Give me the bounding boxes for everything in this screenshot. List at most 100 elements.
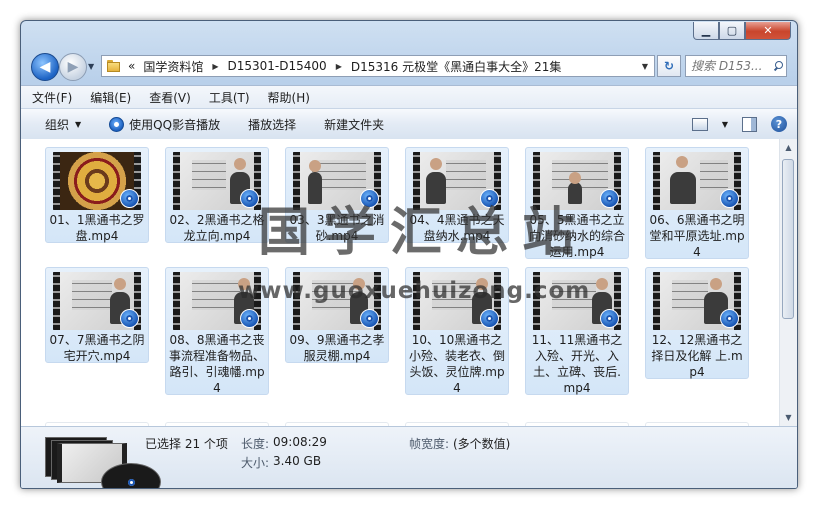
qq-player-icon	[360, 309, 379, 328]
qq-player-icon	[600, 309, 619, 328]
file-item[interactable]: 04、4黑通书之天盘纳水.mp4	[405, 147, 509, 243]
breadcrumb-arrow-icon[interactable]: ▶	[212, 62, 218, 71]
vertical-scrollbar[interactable]: ▲ ▼	[779, 139, 797, 426]
qq-play-button[interactable]: 使用QQ影音播放	[99, 109, 230, 139]
details-pane: 已选择 21 个项 长度: 09:08:29 大小: 3.40 GB 帧宽度: …	[21, 426, 797, 488]
minimize-button[interactable]: ▁	[693, 22, 719, 40]
file-name: 11、11黑通书之入殓、开光、入土、立碑、丧后.mp4	[531, 333, 623, 395]
file-item[interactable]: 12、12黑通书之择日及化解 上.mp4	[645, 267, 749, 379]
file-item[interactable]: 10、10黑通书之小殓、装老衣、倒头饭、灵位牌.mp4	[405, 267, 509, 395]
qq-player-icon	[240, 309, 259, 328]
menu-edit[interactable]: 编辑(E)	[83, 89, 138, 106]
video-thumbnail	[653, 272, 741, 330]
file-name: 09、9黑通书之孝服灵棚.mp4	[289, 333, 385, 363]
qq-player-icon	[720, 309, 739, 328]
file-list[interactable]: 01、1黑通书之罗盘.mp4 02、2黑通书之格龙立向.mp4 03、3黑通书之…	[21, 139, 797, 426]
new-folder-button[interactable]: 新建文件夹	[314, 109, 394, 139]
length-value: 09:08:29	[273, 435, 327, 449]
refresh-icon: ↻	[663, 59, 675, 73]
file-name: 05、5黑通书之立向消砂纳水的综合运用.mp4	[529, 213, 626, 259]
file-name: 04、4黑通书之天盘纳水.mp4	[409, 213, 505, 243]
help-icon[interactable]: ?	[771, 116, 787, 132]
breadcrumb-item[interactable]: D15316 元极堂《黑通白事大全》21集	[351, 58, 562, 75]
refresh-button[interactable]: ↻	[657, 55, 681, 77]
qq-player-icon	[600, 189, 619, 208]
file-name: 08、8黑通书之丧事流程准备物品、路引、引魂幡.mp4	[169, 333, 266, 395]
qq-player-icon	[480, 309, 499, 328]
file-name: 07、7黑通书之阴宅开穴.mp4	[49, 333, 145, 363]
menu-tools[interactable]: 工具(T)	[202, 89, 257, 106]
play-selection-button[interactable]: 播放选择	[238, 109, 306, 139]
file-name: 10、10黑通书之小殓、装老衣、倒头饭、灵位牌.mp4	[409, 333, 506, 395]
video-thumbnail	[293, 152, 381, 210]
scroll-thumb[interactable]	[782, 159, 794, 319]
file-item[interactable]: 07、7黑通书之阴宅开穴.mp4	[45, 267, 149, 363]
qq-play-label: 使用QQ影音播放	[129, 117, 221, 132]
breadcrumb-arrow-icon[interactable]: ▶	[336, 62, 342, 71]
address-dropdown-icon[interactable]: ▼	[636, 62, 654, 71]
file-item[interactable]: 08、8黑通书之丧事流程准备物品、路引、引魂幡.mp4	[165, 267, 269, 395]
chevron-down-icon: ▼	[75, 119, 82, 129]
video-thumbnail	[173, 272, 261, 330]
qq-player-icon	[120, 189, 139, 208]
file-item[interactable]: 05、5黑通书之立向消砂纳水的综合运用.mp4	[525, 147, 629, 259]
file-name: 12、12黑通书之择日及化解 上.mp4	[651, 333, 743, 379]
close-button[interactable]: ✕	[745, 22, 791, 40]
video-thumbnail	[653, 152, 741, 210]
file-item[interactable]: 06、6黑通书之明堂和平原选址.mp4	[645, 147, 749, 259]
qq-player-icon	[480, 189, 499, 208]
toolbar-right: ▼ ?	[691, 116, 797, 132]
selection-preview-icon	[45, 437, 161, 488]
change-view-icon[interactable]	[691, 117, 708, 131]
qq-player-icon	[120, 309, 139, 328]
file-item[interactable]: 09、9黑通书之孝服灵棚.mp4	[285, 267, 389, 363]
file-name: 03、3黑通书之消砂.mp4	[289, 213, 385, 243]
preview-pane-icon[interactable]	[742, 116, 757, 132]
file-item[interactable]: 02、2黑通书之格龙立向.mp4	[165, 147, 269, 243]
menu-help[interactable]: 帮助(H)	[261, 89, 317, 106]
organize-label: 组织	[45, 117, 70, 132]
file-item[interactable]: 11、11黑通书之入殓、开光、入土、立碑、丧后.mp4	[525, 267, 629, 395]
video-thumbnail	[533, 152, 621, 210]
qq-player-icon	[109, 116, 125, 132]
frame-width-value: (多个数值)	[453, 437, 511, 451]
breadcrumb-item[interactable]: D15301-D15400	[228, 59, 327, 73]
address-bar[interactable]: « 国学资料馆 ▶ D15301-D15400 ▶ D15316 元极堂《黑通白…	[101, 55, 655, 77]
size-value: 3.40 GB	[273, 454, 322, 468]
back-button[interactable]: ◀	[31, 53, 59, 81]
search-input[interactable]	[686, 58, 771, 74]
size-label: 大小:	[241, 456, 270, 470]
menu-view[interactable]: 查看(V)	[142, 89, 198, 106]
qq-player-icon	[720, 189, 739, 208]
breadcrumb-overflow[interactable]: «	[128, 59, 135, 73]
recent-pages-dropdown-icon[interactable]: ▼	[88, 62, 94, 71]
video-thumbnail	[413, 272, 501, 330]
search-box[interactable]	[685, 55, 787, 77]
video-thumbnail	[533, 272, 621, 330]
scroll-down-icon[interactable]: ▼	[780, 409, 797, 426]
scroll-up-icon[interactable]: ▲	[780, 139, 797, 156]
file-name: 01、1黑通书之罗盘.mp4	[49, 213, 145, 243]
breadcrumb-item[interactable]: 国学资料馆	[143, 58, 203, 75]
command-bar: 组织 ▼ 使用QQ影音播放 播放选择 新建文件夹 ▼ ?	[21, 108, 797, 140]
file-name: 06、6黑通书之明堂和平原选址.mp4	[649, 213, 745, 259]
length-label: 长度:	[241, 437, 270, 451]
navigation-bar: ◀ ▶ ▼ « 国学资料馆 ▶ D15301-D15400 ▶ D15316 元…	[21, 51, 797, 83]
video-thumbnail	[53, 152, 141, 210]
qq-player-icon	[101, 463, 161, 488]
frame-width-label: 帧宽度:	[409, 437, 450, 451]
video-thumbnail	[293, 272, 381, 330]
view-dropdown-icon[interactable]: ▼	[722, 120, 728, 129]
video-thumbnail	[53, 272, 141, 330]
file-item[interactable]: 01、1黑通书之罗盘.mp4	[45, 147, 149, 243]
file-item[interactable]: 03、3黑通书之消砂.mp4	[285, 147, 389, 243]
organize-button[interactable]: 组织 ▼	[35, 109, 91, 139]
window-controls: ▁ ▢ ✕	[693, 22, 791, 40]
title-bar: ▁ ▢ ✕	[21, 21, 797, 49]
maximize-button[interactable]: ▢	[719, 22, 745, 40]
search-icon[interactable]	[773, 61, 783, 72]
qq-player-icon	[240, 189, 259, 208]
menu-file[interactable]: 文件(F)	[25, 89, 79, 106]
qq-player-icon	[360, 189, 379, 208]
forward-button[interactable]: ▶	[59, 53, 87, 81]
